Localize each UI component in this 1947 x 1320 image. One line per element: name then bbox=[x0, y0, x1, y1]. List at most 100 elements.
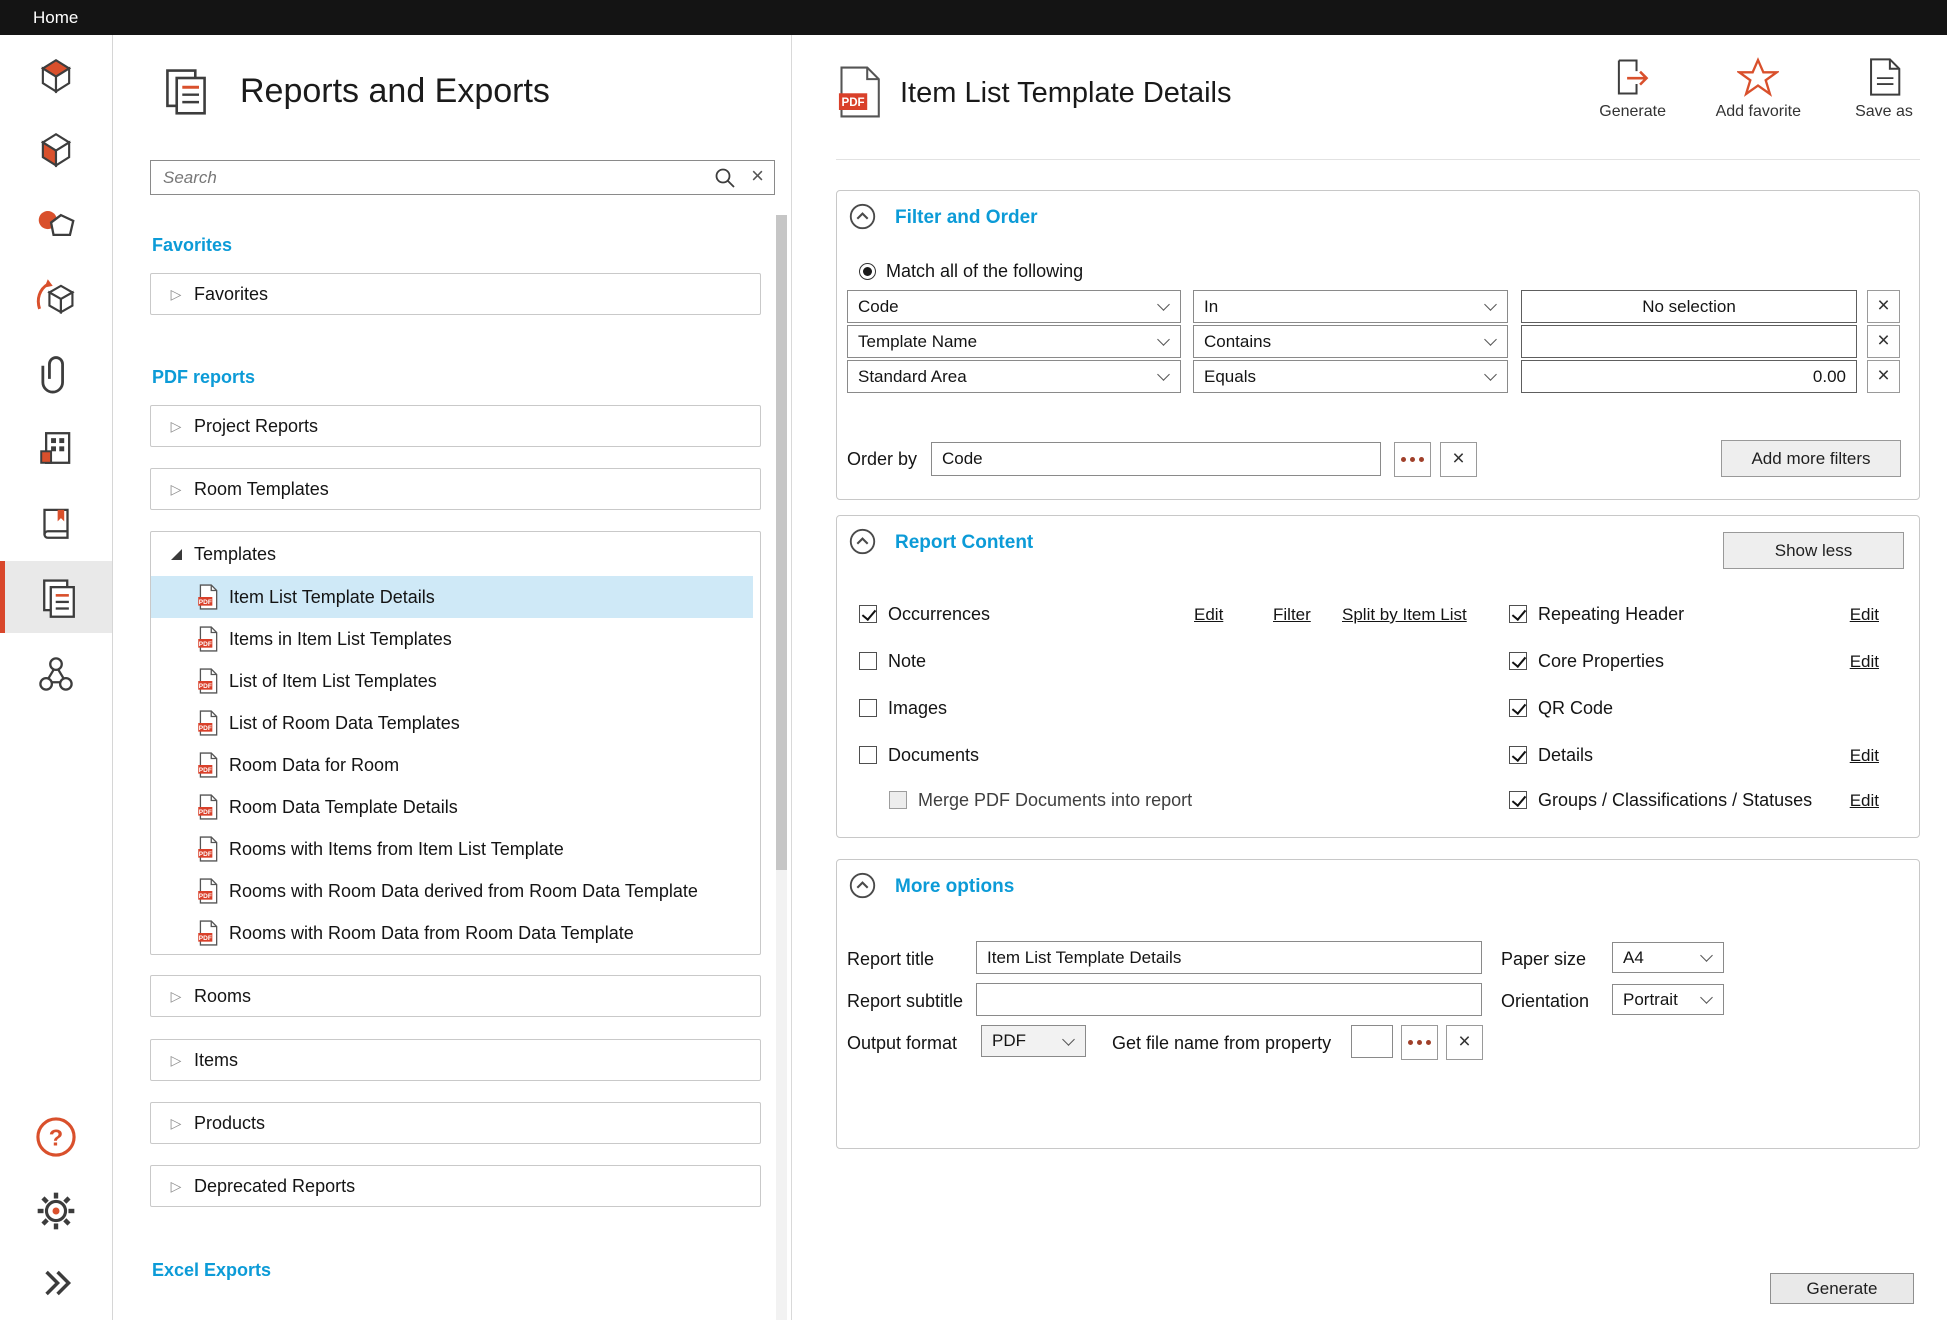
filter-operator-select[interactable]: Equals bbox=[1193, 360, 1508, 393]
option-core-properties[interactable]: Core Properties bbox=[1509, 648, 1664, 674]
occurrences-filter-link[interactable]: Filter bbox=[1273, 605, 1311, 625]
settings-button[interactable] bbox=[0, 1187, 112, 1235]
sidebar-item-network[interactable] bbox=[0, 638, 112, 710]
filter-value-picker[interactable]: No selection bbox=[1521, 290, 1857, 323]
core-properties-edit-link[interactable]: Edit bbox=[1850, 652, 1879, 672]
group-rooms[interactable]: ▷ Rooms bbox=[150, 975, 761, 1017]
checkbox-icon[interactable] bbox=[889, 791, 907, 809]
file-name-property-input[interactable] bbox=[1351, 1025, 1393, 1058]
filter-value-input[interactable]: 0.00 bbox=[1521, 360, 1857, 393]
file-name-property-more-button[interactable] bbox=[1401, 1025, 1438, 1060]
search-icon[interactable] bbox=[713, 166, 737, 190]
generate-report-button[interactable]: Generate bbox=[1770, 1273, 1914, 1304]
report-item[interactable]: PDF Room Data Template Details bbox=[151, 786, 753, 828]
remove-filter-button[interactable]: × bbox=[1867, 325, 1900, 358]
file-name-property-clear-button[interactable]: × bbox=[1446, 1025, 1483, 1060]
option-details[interactable]: Details bbox=[1509, 742, 1593, 768]
orientation-select[interactable]: Portrait bbox=[1612, 984, 1724, 1015]
option-documents[interactable]: Documents bbox=[859, 742, 979, 768]
expand-triangle-icon[interactable]: ▷ bbox=[168, 418, 184, 435]
report-title-input[interactable] bbox=[976, 941, 1482, 974]
group-room-templates[interactable]: ▷ Room Templates bbox=[150, 468, 761, 510]
scrollbar-thumb[interactable] bbox=[776, 215, 787, 870]
group-products[interactable]: ▷ Products bbox=[150, 1102, 761, 1144]
report-item[interactable]: PDF Rooms with Room Data from Room Data … bbox=[151, 912, 753, 954]
expand-triangle-icon[interactable]: ▷ bbox=[168, 1052, 184, 1069]
checkbox-icon[interactable] bbox=[1509, 652, 1527, 670]
show-less-button[interactable]: Show less bbox=[1723, 532, 1904, 569]
expand-triangle-icon[interactable]: ▷ bbox=[168, 286, 184, 303]
order-by-input[interactable] bbox=[931, 442, 1381, 476]
checkbox-icon[interactable] bbox=[1509, 605, 1527, 623]
match-all-option[interactable]: Match all of the following bbox=[859, 261, 1083, 282]
filter-operator-select[interactable]: In bbox=[1193, 290, 1508, 323]
group-templates-header[interactable]: Templates bbox=[151, 532, 760, 576]
help-button[interactable]: ? bbox=[0, 1113, 112, 1161]
checkbox-icon[interactable] bbox=[1509, 699, 1527, 717]
filter-field-select[interactable]: Standard Area bbox=[847, 360, 1181, 393]
report-item[interactable]: PDF Items in Item List Templates bbox=[151, 618, 753, 660]
checkbox-icon[interactable] bbox=[859, 652, 877, 670]
add-more-filters-button[interactable]: Add more filters bbox=[1721, 440, 1901, 477]
sidebar-item-building[interactable] bbox=[0, 113, 112, 185]
repeating-header-edit-link[interactable]: Edit bbox=[1850, 605, 1879, 625]
output-format-select[interactable]: PDF bbox=[981, 1025, 1086, 1057]
group-items[interactable]: ▷ Items bbox=[150, 1039, 761, 1081]
expand-triangle-icon[interactable]: ▷ bbox=[168, 1115, 184, 1132]
home-tab[interactable]: Home bbox=[33, 8, 78, 28]
checkbox-icon[interactable] bbox=[859, 605, 877, 623]
sidebar-item-reports[interactable] bbox=[0, 561, 112, 633]
filter-field-select[interactable]: Code bbox=[847, 290, 1181, 323]
sidebar-item-model[interactable] bbox=[0, 39, 112, 111]
collapse-triangle-icon[interactable] bbox=[168, 549, 184, 560]
order-by-clear-button[interactable]: × bbox=[1440, 442, 1477, 477]
group-project-reports[interactable]: ▷ Project Reports bbox=[150, 405, 761, 447]
remove-filter-button[interactable]: × bbox=[1867, 290, 1900, 323]
order-by-more-button[interactable] bbox=[1394, 442, 1431, 477]
filter-field-select[interactable]: Template Name bbox=[847, 325, 1181, 358]
filter-operator-select[interactable]: Contains bbox=[1193, 325, 1508, 358]
groups-edit-link[interactable]: Edit bbox=[1850, 791, 1879, 811]
sidebar-item-org[interactable] bbox=[0, 412, 112, 484]
expand-triangle-icon[interactable]: ▷ bbox=[168, 481, 184, 498]
option-groups-classifications[interactable]: Groups / Classifications / Statuses bbox=[1509, 787, 1812, 813]
checkbox-icon[interactable] bbox=[1509, 746, 1527, 764]
checkbox-icon[interactable] bbox=[1509, 791, 1527, 809]
radio-icon[interactable] bbox=[859, 263, 876, 280]
checkbox-icon[interactable] bbox=[859, 699, 877, 717]
report-item[interactable]: PDF List of Room Data Templates bbox=[151, 702, 753, 744]
checkbox-icon[interactable] bbox=[859, 746, 877, 764]
sidebar-item-attachments[interactable] bbox=[0, 338, 112, 410]
option-merge-pdf[interactable]: Merge PDF Documents into report bbox=[889, 787, 1192, 813]
option-note[interactable]: Note bbox=[859, 648, 926, 674]
remove-filter-button[interactable]: × bbox=[1867, 360, 1900, 393]
option-occurrences[interactable]: Occurrences bbox=[859, 601, 990, 627]
collapse-section-icon[interactable] bbox=[849, 872, 876, 899]
report-item[interactable]: PDF List of Item List Templates bbox=[151, 660, 753, 702]
sidebar-item-shapes[interactable] bbox=[0, 189, 112, 261]
expand-triangle-icon[interactable]: ▷ bbox=[168, 1178, 184, 1195]
collapse-section-icon[interactable] bbox=[849, 528, 876, 555]
report-item[interactable]: PDF Rooms with Room Data derived from Ro… bbox=[151, 870, 753, 912]
occurrences-edit-link[interactable]: Edit bbox=[1194, 605, 1223, 625]
group-favorites[interactable]: ▷ Favorites bbox=[150, 273, 761, 315]
option-qr-code[interactable]: QR Code bbox=[1509, 695, 1613, 721]
split-by-item-list-link[interactable]: Split by Item List bbox=[1342, 605, 1467, 625]
paper-size-select[interactable]: A4 bbox=[1612, 942, 1724, 973]
group-deprecated-reports[interactable]: ▷ Deprecated Reports bbox=[150, 1165, 761, 1207]
collapse-section-icon[interactable] bbox=[849, 203, 876, 230]
report-item[interactable]: PDF Item List Template Details bbox=[151, 576, 753, 618]
report-item[interactable]: PDF Room Data for Room bbox=[151, 744, 753, 786]
sidebar-item-package[interactable] bbox=[0, 263, 112, 335]
option-repeating-header[interactable]: Repeating Header bbox=[1509, 601, 1684, 627]
filter-value-input[interactable] bbox=[1521, 325, 1857, 358]
clear-search-icon[interactable]: × bbox=[751, 165, 764, 187]
sidebar-item-catalog[interactable] bbox=[0, 487, 112, 559]
search-input[interactable] bbox=[163, 168, 713, 188]
report-item[interactable]: PDF Rooms with Items from Item List Temp… bbox=[151, 828, 753, 870]
collapse-rail-button[interactable] bbox=[0, 1259, 112, 1307]
add-favorite-button[interactable]: Add favorite bbox=[1716, 57, 1801, 121]
expand-triangle-icon[interactable]: ▷ bbox=[168, 988, 184, 1005]
report-subtitle-input[interactable] bbox=[976, 983, 1482, 1016]
generate-button[interactable]: Generate bbox=[1596, 57, 1670, 121]
